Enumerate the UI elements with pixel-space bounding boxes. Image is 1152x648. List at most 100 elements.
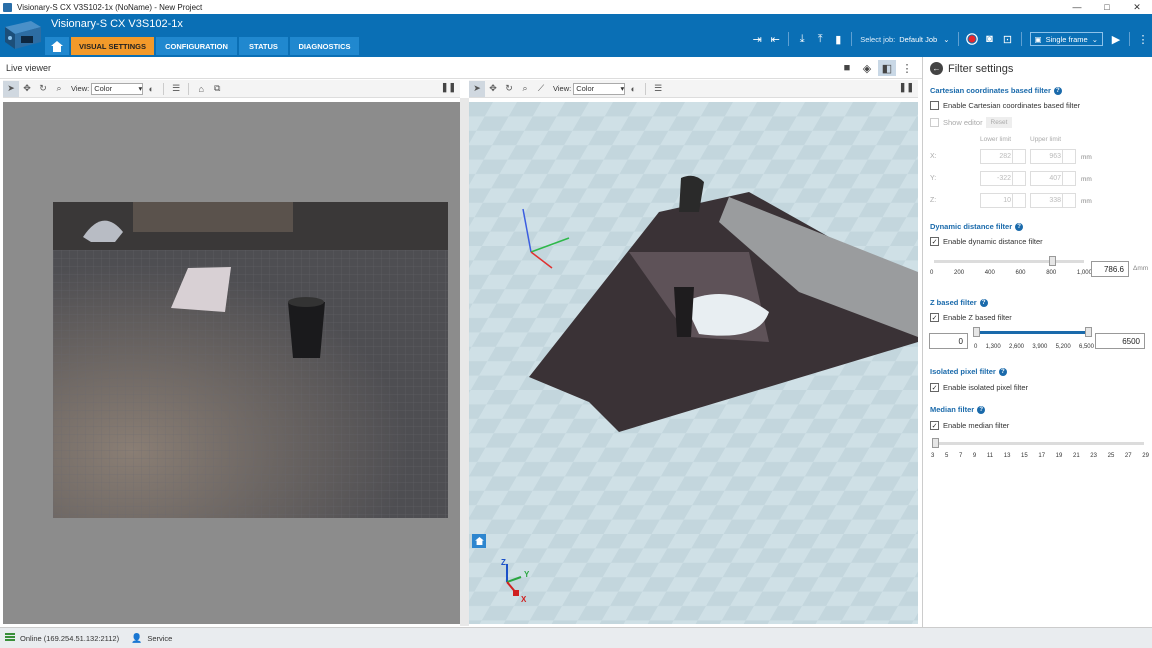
viewer-2d-toolbar: ➤ ✥ ↻ ⌕ View: Color ▾ ◐ ☰ ⌂ ⧉ ❚❚ (3, 80, 460, 98)
dynamic-filter-title-text: Dynamic distance filter (930, 222, 1013, 231)
list-icon[interactable]: ☰ (168, 81, 184, 97)
z-axis-label: Z: (930, 197, 937, 204)
more-options-icon[interactable]: ⋮ (898, 60, 916, 76)
home-view-icon[interactable]: ⌂ (193, 81, 209, 97)
back-arrow-icon[interactable]: ← (930, 62, 943, 75)
z-filter-checkbox[interactable]: ✓ (930, 313, 939, 322)
home-icon (51, 40, 63, 52)
home-tab[interactable] (45, 37, 69, 55)
minimize-button[interactable]: — (1062, 0, 1092, 14)
pause-icon[interactable]: ❚❚ (899, 82, 914, 93)
axis-y-label: Y (524, 570, 530, 579)
dynamic-distance-input[interactable]: 786.6 (1091, 261, 1129, 277)
dynamic-slider-ticks: 0 200 400 600 800 1,000 (930, 270, 1092, 276)
help-icon[interactable]: ? (1015, 222, 1024, 231)
save-frame-icon[interactable]: ⊡ (999, 30, 1017, 48)
median-slider-thumb[interactable] (932, 438, 939, 448)
median-filter-toggle[interactable]: ✓ Enable median filter (930, 421, 1009, 430)
palette-icon[interactable]: ◐ (625, 81, 641, 97)
tab-diagnostics[interactable]: DIAGNOSTICS (290, 37, 359, 55)
live-viewer-bar: Live viewer ■ ◈ ◧ ⋮ (0, 57, 922, 79)
maximize-button[interactable]: □ (1092, 0, 1122, 14)
z-lower-input[interactable]: 10 (980, 193, 1026, 208)
cartesian-filter-toggle[interactable]: Enable Cartesian coordinates based filte… (930, 101, 1080, 110)
tab-configuration[interactable]: CONFIGURATION (156, 37, 237, 55)
pointer-icon[interactable]: ➤ (3, 80, 19, 97)
zoom-icon[interactable]: ⌕ (51, 81, 67, 97)
tab-status[interactable]: STATUS (239, 37, 288, 55)
list-icon[interactable]: ☰ (650, 81, 666, 97)
tab-visual-settings[interactable]: VISUAL SETTINGS (71, 37, 154, 55)
cartesian-filter-checkbox[interactable] (930, 101, 939, 110)
dropdown-arrow-icon: ▾ (620, 84, 625, 93)
show-editor-toggle[interactable]: Show editor (930, 118, 983, 127)
median-slider-track[interactable] (934, 442, 1144, 445)
user-icon: 👤 (131, 632, 143, 643)
z-upper-input[interactable]: 338 (1030, 193, 1076, 208)
viewer-2d-canvas[interactable] (3, 102, 460, 624)
rotate-icon[interactable]: ↻ (501, 81, 517, 97)
cartesian-filter-label: Enable Cartesian coordinates based filte… (943, 101, 1081, 110)
reset-view-button[interactable] (472, 534, 486, 548)
download-icon[interactable]: ⤓ (793, 30, 811, 48)
upload-icon[interactable]: ⤒ (811, 30, 829, 48)
rotate-icon[interactable]: ↻ (35, 81, 51, 97)
y-lower-input[interactable]: -322 (980, 171, 1026, 186)
fit-view-icon[interactable]: ⧉ (209, 81, 225, 97)
measure-icon[interactable]: ⟋ (533, 81, 549, 97)
x-upper-input[interactable]: 963 (1030, 149, 1076, 164)
split-view-icon[interactable]: ◧ (878, 60, 896, 76)
pan-icon[interactable]: ✥ (19, 81, 35, 97)
job-select[interactable]: Default Job ⌄ (899, 35, 949, 44)
median-tick-label: 29 (1142, 453, 1149, 459)
isolated-filter-toggle[interactable]: ✓ Enable isolated pixel filter (930, 383, 1028, 392)
z-tick-label: 6,500 (1078, 344, 1094, 350)
reset-button[interactable]: Reset (986, 117, 1012, 128)
z-slider-range[interactable] (975, 331, 1087, 334)
view-value: Color (94, 84, 113, 93)
palette-icon[interactable]: ◐ (143, 81, 159, 97)
isolated-filter-checkbox[interactable]: ✓ (930, 383, 939, 392)
z-max-input[interactable]: 6500 (1095, 333, 1145, 349)
x-lower-input[interactable]: 282 (980, 149, 1026, 164)
dynamic-slider-track[interactable] (934, 260, 1084, 263)
show-editor-checkbox[interactable] (930, 118, 939, 127)
viewer-3d-canvas[interactable]: Z Y X (469, 102, 918, 624)
isolated-filter-title: Isolated pixel filter? (930, 367, 1007, 376)
z-tick-label: 0 (974, 344, 978, 350)
help-icon[interactable]: ? (977, 405, 986, 414)
help-icon[interactable]: ? (998, 367, 1007, 376)
view-select[interactable]: Color ▾ (573, 82, 626, 95)
record-icon[interactable] (963, 30, 981, 48)
z-filter-toggle[interactable]: ✓ Enable Z based filter (930, 313, 1012, 322)
z-min-input[interactable]: 0 (929, 333, 968, 349)
z-slider-max-thumb[interactable] (1085, 327, 1092, 337)
snapshot-icon[interactable]: ◙ (981, 30, 999, 48)
close-button[interactable]: ✕ (1122, 0, 1152, 14)
frame-mode-select[interactable]: ▣ Single frame ⌄ (1029, 32, 1103, 46)
device-storage-icon[interactable]: ▮ (829, 30, 847, 48)
z-slider-min-thumb[interactable] (973, 327, 980, 337)
dynamic-slider-thumb[interactable] (1049, 256, 1057, 266)
more-menu-icon[interactable]: ⋮ (1134, 30, 1152, 48)
median-tick-label: 23 (1090, 453, 1097, 459)
y-upper-input[interactable]: 407 (1030, 171, 1076, 186)
help-icon[interactable]: ? (1053, 86, 1062, 95)
3d-view-icon[interactable]: ◈ (858, 60, 876, 76)
view-select[interactable]: Color ▾ (91, 82, 144, 95)
device-name: Visionary-S CX V3S102-1x (51, 18, 183, 30)
zoom-icon[interactable]: ⌕ (517, 81, 533, 97)
login-icon[interactable]: ⇥ (748, 30, 766, 48)
dynamic-filter-checkbox[interactable]: ✓ (930, 237, 939, 246)
pause-icon[interactable]: ❚❚ (441, 82, 456, 93)
viewer-splitter[interactable] (460, 98, 469, 626)
single-view-icon[interactable]: ■ (838, 60, 856, 76)
dynamic-filter-toggle[interactable]: ✓ Enable dynamic distance filter (930, 237, 1043, 246)
pan-icon[interactable]: ✥ (485, 81, 501, 97)
pointer-icon[interactable]: ➤ (469, 80, 485, 97)
logout-icon[interactable]: ⇤ (766, 30, 784, 48)
median-filter-checkbox[interactable]: ✓ (930, 421, 939, 430)
status-bar: Online (169.254.51.132:2112) 👤 Service (0, 627, 1152, 648)
play-icon[interactable]: ▶ (1107, 30, 1125, 48)
help-icon[interactable]: ? (979, 298, 988, 307)
